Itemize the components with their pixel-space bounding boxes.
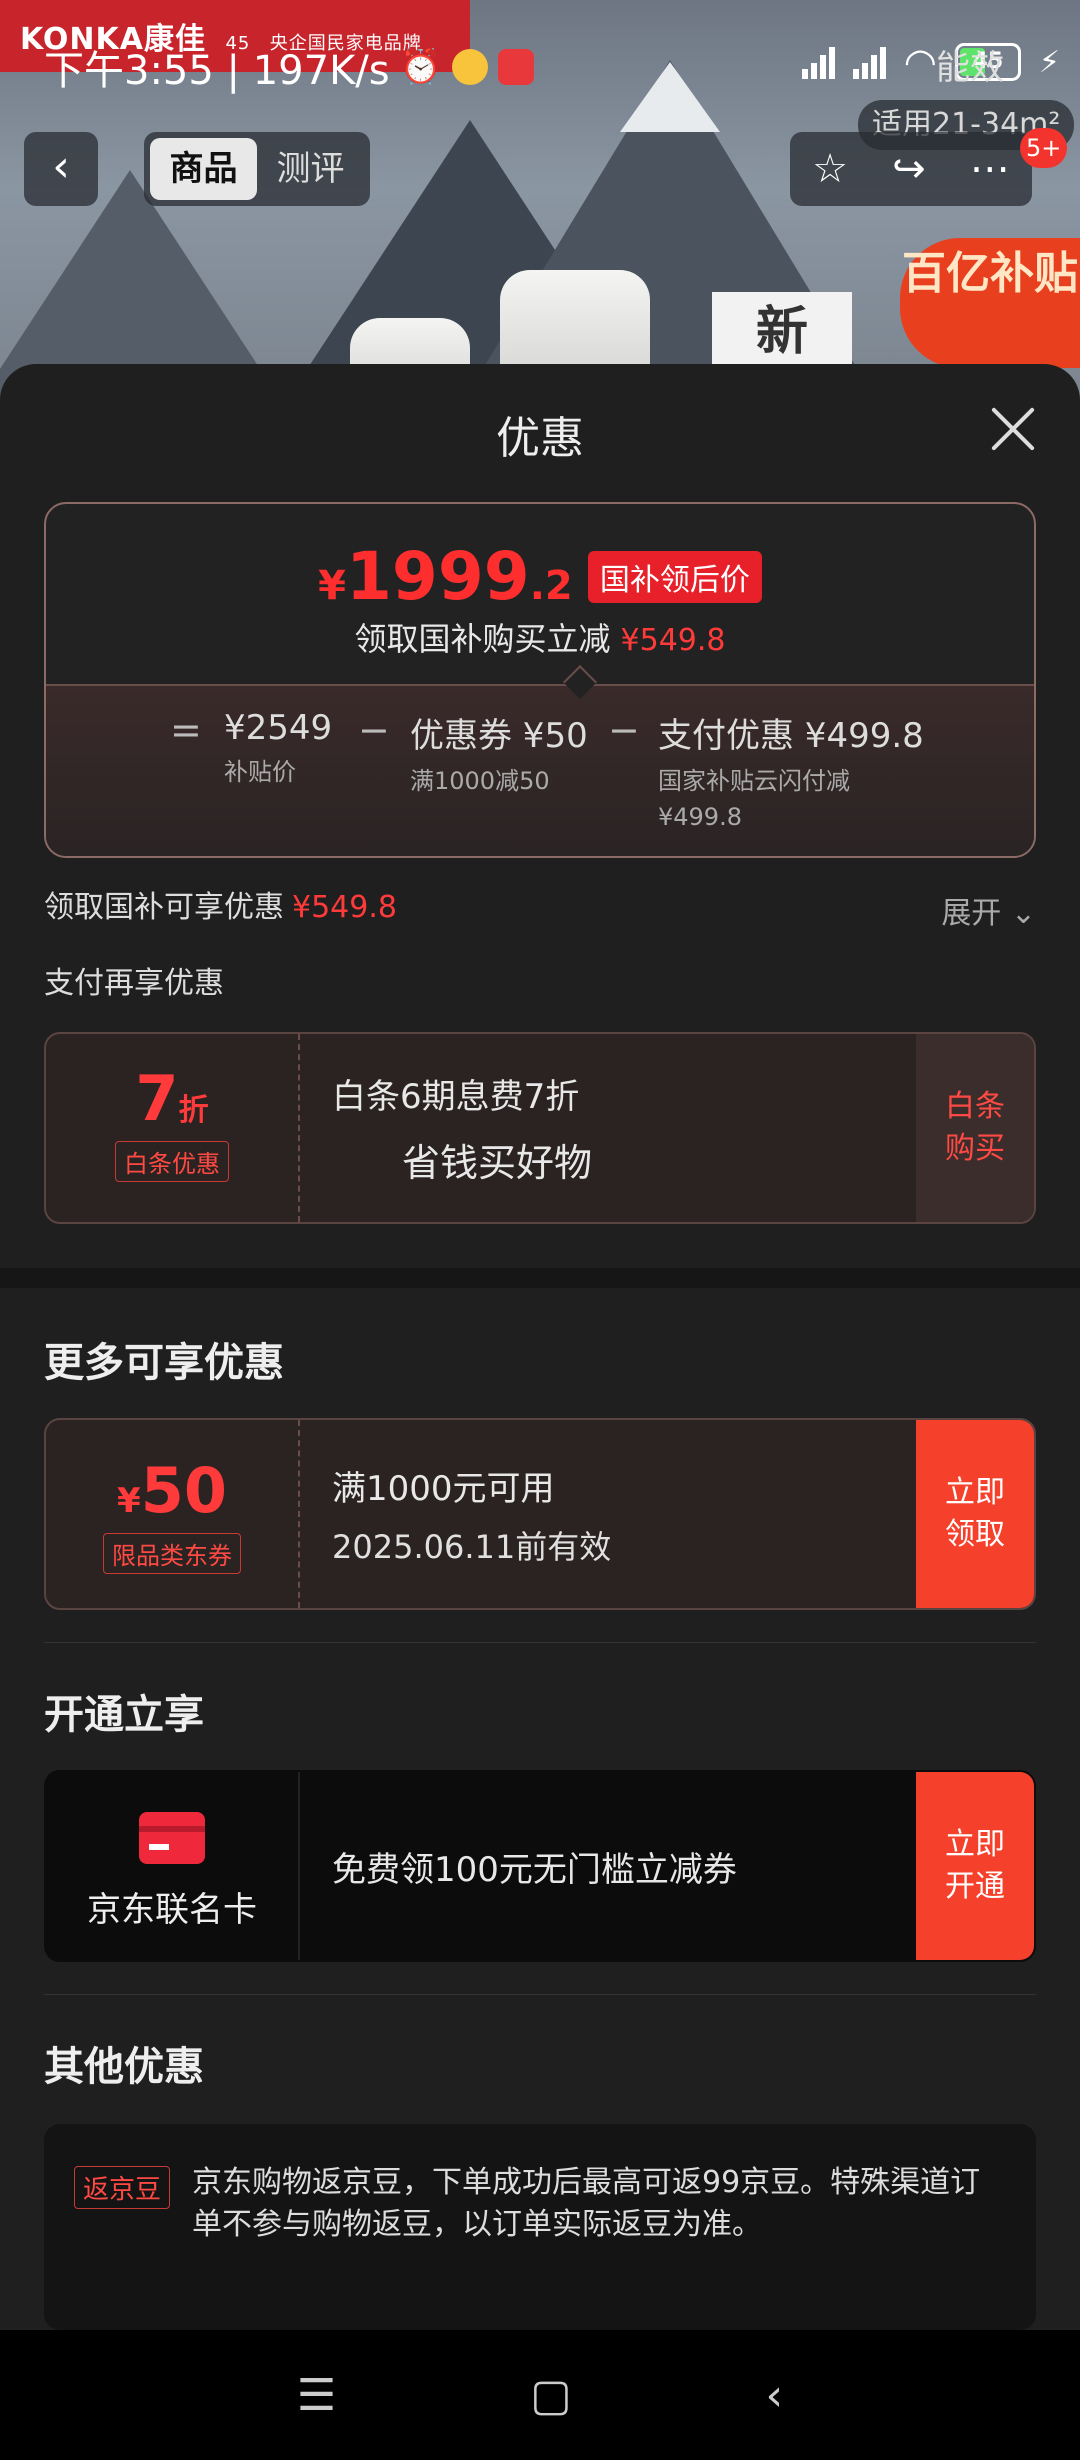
tab-review[interactable]: 测评 xyxy=(257,138,364,200)
credit-card-icon xyxy=(139,1812,205,1864)
baitiao-desc: 白条6期息费7折 省钱买好物 xyxy=(332,1077,593,1185)
back-button[interactable]: ‹ xyxy=(24,132,98,206)
sheet-title: 优惠 xyxy=(496,413,584,464)
alarm-icon: ⏰ xyxy=(399,47,442,87)
page-tabs: 商品 测评 xyxy=(144,132,370,206)
star-icon[interactable]: ☆ xyxy=(812,146,848,192)
signal-icon xyxy=(801,45,835,79)
baitiao-tag: 白条优惠 xyxy=(115,1141,229,1182)
weibo-icon xyxy=(451,49,488,85)
more-offers-title: 更多可享优惠 xyxy=(44,1340,284,1386)
coupon-deduction: 优惠券 ¥50 满1000减50 xyxy=(410,716,588,795)
energy-label: 能效 xyxy=(936,48,1004,88)
coupon-tag: 限品类东券 xyxy=(103,1533,241,1574)
coupon-divider xyxy=(298,1034,300,1222)
status-time: 下午3:55 | 197K/s xyxy=(44,48,390,94)
divider xyxy=(44,1642,1036,1643)
home-icon[interactable]: ▢ xyxy=(530,2370,572,2421)
price-breakdown: = ¥2549 补贴价 − 优惠券 ¥50 满1000减50 − 支付优惠 ¥4… xyxy=(46,684,1034,856)
wifi-icon: ◠ xyxy=(903,40,937,84)
jd-card-name: 京东联名卡 xyxy=(87,1890,257,1930)
chevron-left-icon: ‹ xyxy=(52,141,70,192)
chevron-down-icon: ⌄ xyxy=(1010,896,1036,931)
status-bar: 下午3:55 | 197K/s ⏰ ◠ 45 ⚡ xyxy=(0,30,1080,100)
tab-product[interactable]: 商品 xyxy=(150,138,257,200)
signal-icon xyxy=(852,45,886,79)
equals-sign: = xyxy=(170,708,202,752)
new-tag: 新 xyxy=(712,292,852,372)
coupon-50: ¥50 限品类东券 满1000元可用 2025.06.11前有效 立即领取 xyxy=(44,1418,1036,1610)
promo-badge: 百亿补贴 xyxy=(900,238,1080,368)
price-card: ¥1999.2 国补领后价 领取国补购买立减 ¥549.8 = ¥2549 补贴价… xyxy=(44,502,1036,858)
jd-card-desc: 免费领100元无门槛立减券 xyxy=(332,1849,737,1890)
divider xyxy=(44,1994,1036,1995)
menu-icon[interactable]: ☰ xyxy=(297,2370,336,2421)
more-icon[interactable]: ⋯ xyxy=(970,146,1010,192)
open-card-button[interactable]: 立即开通 xyxy=(916,1772,1034,1960)
beans-desc: 京东购物返京豆，下单成功后最高可返99京豆。特殊渠道订单不参与购物返豆，以订单实… xyxy=(192,2165,981,2242)
header-actions: ☆ ↪ ⋯ xyxy=(790,132,1032,206)
coupon-divider xyxy=(298,1420,300,1608)
other-offers-title: 其他优惠 xyxy=(44,2044,204,2090)
discount-sheet: 优惠 ¥1999.2 国补领后价 领取国补购买立减 ¥549.8 = ¥2549 … xyxy=(0,364,1080,2330)
baitiao-offer: 7折 白条优惠 白条6期息费7折 省钱买好物 白条购买 xyxy=(44,1032,1036,1224)
price-tag: 国补领后价 xyxy=(587,550,762,603)
jd-card-offer: 京东联名卡 免费领100元无门槛立减券 立即开通 xyxy=(44,1770,1036,1962)
pay-again-label: 支付再享优惠 xyxy=(44,966,224,1001)
subsidy-price: ¥2549 补贴价 xyxy=(224,708,333,786)
baitiao-buy-button[interactable]: 白条购买 xyxy=(916,1034,1034,1222)
minus-sign: − xyxy=(358,708,390,752)
close-icon[interactable] xyxy=(988,404,1038,454)
back-icon[interactable]: ‹ xyxy=(765,2370,783,2421)
charging-icon: ⚡ xyxy=(1038,44,1060,80)
final-price: ¥1999.2 国补领后价 xyxy=(46,538,1034,615)
beans-tag: 返京豆 xyxy=(74,2166,171,2209)
price-subtitle: 领取国补购买立减 ¥549.8 xyxy=(354,620,726,658)
bank-app-icon xyxy=(497,49,534,85)
subsidy-enjoy-row: 领取国补可享优惠 ¥549.8 xyxy=(44,890,397,925)
claim-coupon-button[interactable]: 立即领取 xyxy=(916,1420,1034,1608)
coupon-divider xyxy=(298,1772,300,1960)
system-nav-bar: ☰ ▢ ‹ xyxy=(0,2330,1080,2460)
minus-sign: − xyxy=(608,708,640,752)
share-icon[interactable]: ↪ xyxy=(892,146,926,192)
open-offers-title: 开通立享 xyxy=(44,1692,204,1738)
coupon-desc: 满1000元可用 2025.06.11前有效 xyxy=(332,1468,612,1566)
coupon-amount: ¥50 限品类东券 xyxy=(46,1420,298,1608)
jd-beans-offer: 返京豆 京东购物返京豆，下单成功后最高可返99京豆。特殊渠道订单不参与购物返豆，… xyxy=(44,2124,1036,2330)
message-count-badge: 5+ xyxy=(1020,128,1068,168)
baitiao-discount: 7折 白条优惠 xyxy=(46,1034,298,1222)
expand-button[interactable]: 展开 ⌄ xyxy=(941,888,1036,932)
payment-deduction: 支付优惠 ¥499.8 国家补贴云闪付减 ¥499.8 xyxy=(658,716,924,831)
section-separator xyxy=(0,1268,1080,1288)
jd-card: 京东联名卡 xyxy=(46,1772,298,1960)
